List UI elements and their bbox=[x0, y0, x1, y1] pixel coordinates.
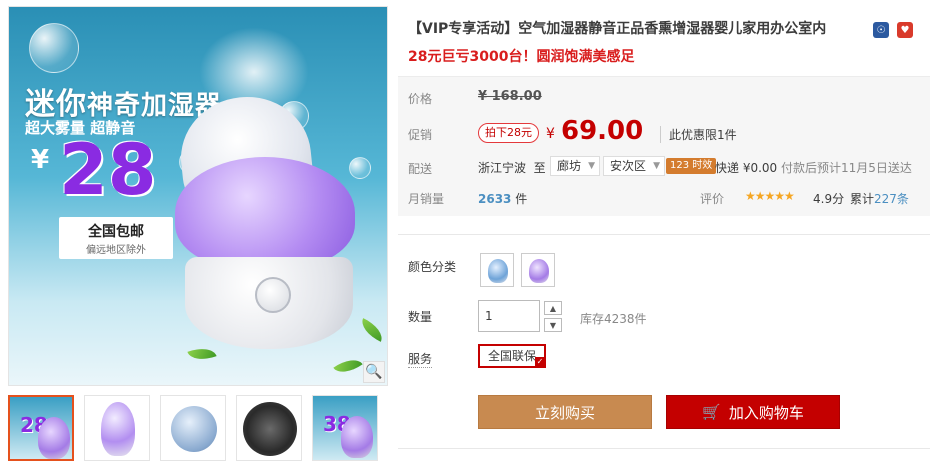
thumbnail-inside bbox=[243, 402, 297, 456]
product-title: 【VIP专享活动】空气加湿器静音正品香熏增湿器婴儿家用办公室内 bbox=[408, 21, 827, 37]
promo-tag: 拍下28元 bbox=[478, 123, 539, 143]
promo-label: 促销 bbox=[408, 128, 433, 142]
product-subtitle: 28元巨亏3000台！圆润饱满美感足 bbox=[408, 49, 635, 65]
thumbnail-3[interactable] bbox=[160, 395, 226, 461]
original-price: ¥ 168.00 bbox=[478, 89, 542, 104]
leaf-decoration bbox=[333, 352, 363, 380]
service-tag[interactable]: 全国联保 ✓ bbox=[478, 344, 546, 368]
check-icon: ✓ bbox=[535, 357, 545, 367]
magnifier-icon[interactable]: 🔍 bbox=[363, 361, 385, 383]
rating-label: 评价 bbox=[700, 192, 725, 206]
add-to-cart-label: 加入购物车 bbox=[728, 403, 804, 422]
quantity-input[interactable] bbox=[478, 300, 540, 332]
color-label: 颜色分类 bbox=[408, 260, 457, 274]
humidifier-blue-swatch bbox=[488, 259, 508, 283]
qty-decrease-button[interactable]: ▼ bbox=[544, 318, 562, 332]
humidifier-tank bbox=[175, 157, 355, 269]
humidifier-purple-swatch bbox=[529, 259, 549, 283]
currency-symbol: ¥ bbox=[546, 126, 555, 142]
buy-now-button[interactable]: 立刻购买 bbox=[478, 395, 652, 429]
thumbnail-lid bbox=[171, 406, 217, 452]
thumbnail-humidifier bbox=[341, 416, 373, 458]
shield-icon: ☉ bbox=[873, 22, 889, 38]
color-option-blue[interactable] bbox=[480, 253, 514, 287]
leaf-decoration bbox=[357, 318, 387, 342]
express-info: 快递 ¥0.00 付款后预计11月5日送达 bbox=[715, 161, 912, 175]
qty-increase-button[interactable]: ▲ bbox=[544, 301, 562, 315]
service-label: 服务 bbox=[408, 352, 433, 368]
thumbnail-5[interactable]: 38 bbox=[312, 395, 378, 461]
divider bbox=[398, 234, 930, 235]
current-price: 69.00 bbox=[561, 116, 644, 146]
promo-price: 28 bbox=[59, 129, 157, 211]
bubble-decoration bbox=[349, 157, 371, 179]
chevron-down-icon: ▼ bbox=[653, 161, 661, 171]
price-label: 价格 bbox=[408, 92, 433, 106]
thumbnail-strip: 28 38 bbox=[8, 395, 388, 471]
color-option-purple[interactable] bbox=[521, 253, 555, 287]
free-shipping-badge: 全国包邮 偏远地区除外 bbox=[59, 217, 173, 259]
add-to-cart-button[interactable]: 🛒 加入购物车 bbox=[666, 395, 840, 429]
thumbnail-4[interactable] bbox=[236, 395, 302, 461]
main-product-image[interactable]: 迷你神奇加湿器 超大雾量 超静音 ¥ 28 全国包邮 偏远地区除外 🔍 bbox=[8, 6, 388, 386]
district-select[interactable]: 安次区 ▼ bbox=[603, 156, 666, 176]
cart-icon: 🛒 bbox=[702, 403, 721, 421]
leaf-decoration bbox=[187, 342, 217, 366]
rating-stars: ★★★★★ bbox=[745, 189, 795, 203]
heart-icon: ♥ bbox=[897, 22, 913, 38]
shipping-label: 配送 bbox=[408, 162, 433, 176]
sales-count: 2633 件 bbox=[478, 192, 528, 206]
thumbnail-2[interactable] bbox=[84, 395, 150, 461]
thumbnail-1[interactable]: 28 bbox=[8, 395, 74, 461]
limit-note: 此优惠限1件 bbox=[660, 126, 737, 143]
city-select[interactable]: 廊坊 ▼ bbox=[550, 156, 601, 176]
thumbnail-humidifier bbox=[101, 402, 135, 456]
review-count-link[interactable]: 累计227条 bbox=[850, 190, 909, 207]
bubble-decoration bbox=[29, 23, 79, 73]
stock-count: 库存4238件 bbox=[580, 312, 647, 326]
thumbnail-humidifier bbox=[38, 417, 70, 459]
sales-label: 月销量 bbox=[408, 192, 445, 206]
timely-badge: 123 时效 bbox=[666, 158, 717, 174]
divider bbox=[398, 448, 930, 449]
rating-score: 4.9分 bbox=[813, 192, 845, 206]
promo-currency: ¥ bbox=[31, 145, 50, 175]
humidifier-knob bbox=[255, 277, 291, 313]
qty-label: 数量 bbox=[408, 310, 433, 324]
chevron-down-icon: ▼ bbox=[588, 161, 596, 171]
ship-from: 浙江宁波 至 bbox=[478, 161, 546, 175]
